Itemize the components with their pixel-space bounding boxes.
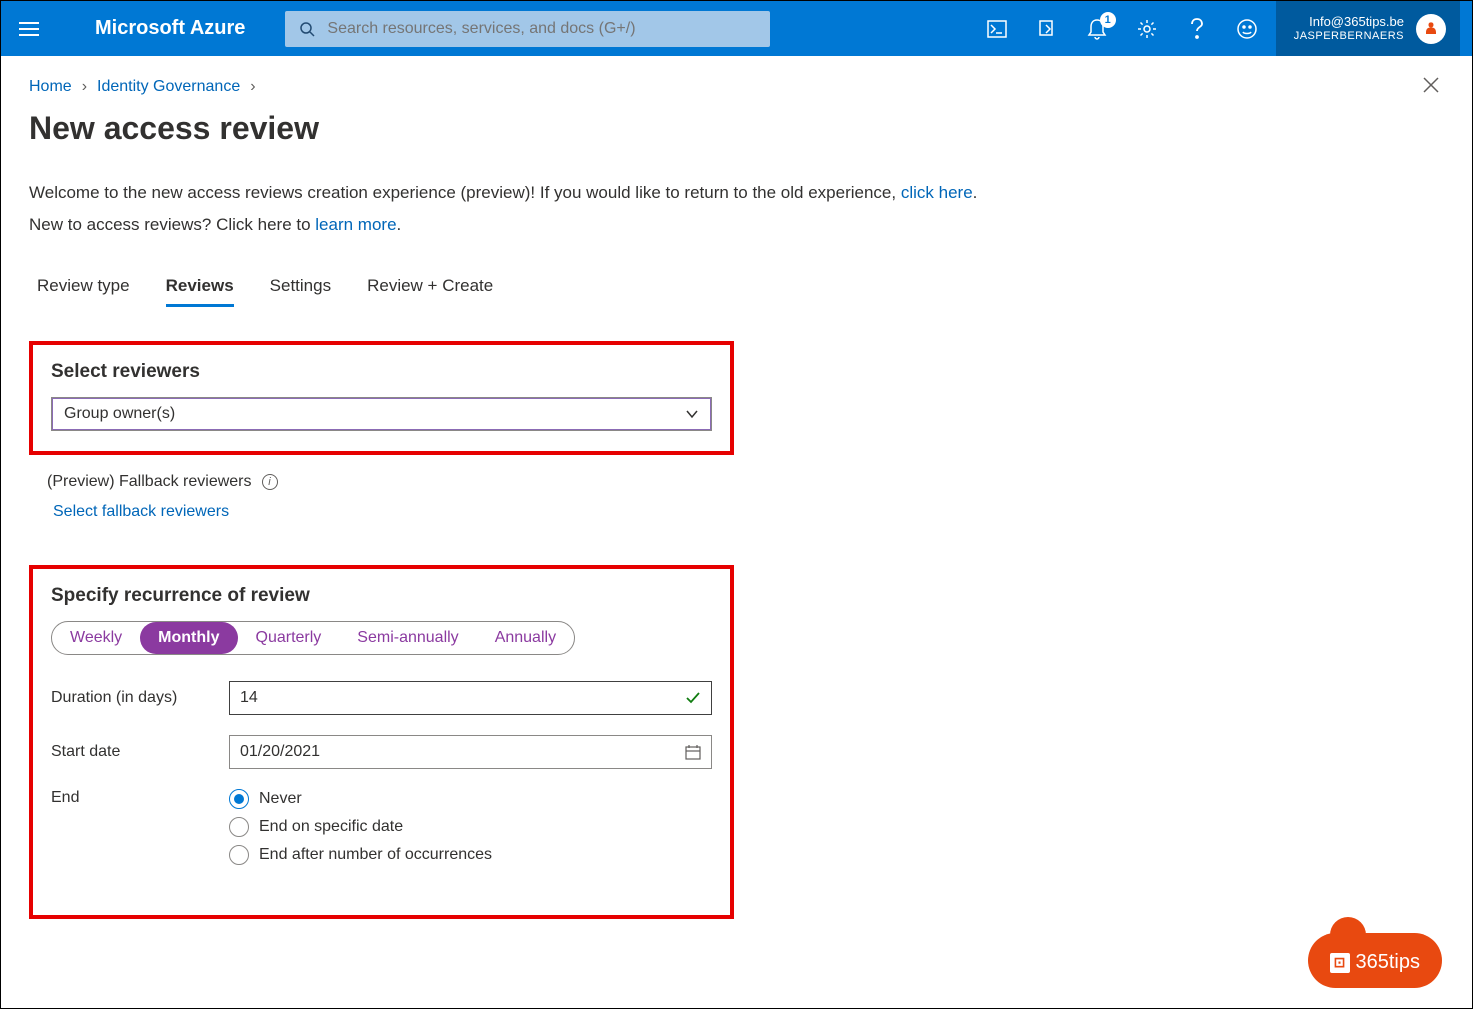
- duration-input[interactable]: 14: [229, 681, 712, 715]
- notification-badge: 1: [1100, 12, 1116, 28]
- radio-icon: [229, 845, 249, 865]
- seg-quarterly[interactable]: Quarterly: [238, 622, 340, 654]
- seg-weekly[interactable]: Weekly: [52, 622, 140, 654]
- seg-annually[interactable]: Annually: [477, 622, 574, 654]
- link-learn-more[interactable]: learn more: [315, 215, 396, 234]
- seg-monthly[interactable]: Monthly: [140, 622, 237, 654]
- breadcrumb-home[interactable]: Home: [29, 78, 72, 96]
- close-button[interactable]: [1418, 70, 1444, 104]
- account-menu[interactable]: Info@365tips.be JASPERBERNAERS: [1276, 1, 1460, 56]
- avatar: [1416, 14, 1446, 44]
- checkmark-icon: [685, 690, 701, 706]
- recurrence-section: Specify recurrence of review Weekly Mont…: [29, 565, 734, 919]
- office-logo-icon: ⊡: [1330, 953, 1350, 973]
- brand-label: Microsoft Azure: [95, 17, 245, 40]
- reviewers-dropdown[interactable]: Group owner(s): [51, 397, 712, 431]
- cloud-shell-icon[interactable]: [986, 18, 1008, 40]
- fallback-reviewers-label: (Preview) Fallback reviewers i: [47, 473, 1444, 491]
- help-icon[interactable]: [1186, 18, 1208, 40]
- end-option-occurrences[interactable]: End after number of occurrences: [229, 845, 712, 865]
- tab-reviews[interactable]: Reviews: [166, 276, 234, 307]
- select-fallback-reviewers-link[interactable]: Select fallback reviewers: [53, 503, 1444, 521]
- reviewers-selected-value: Group owner(s): [64, 405, 175, 423]
- account-email: Info@365tips.be: [1294, 14, 1404, 30]
- end-radio-group: Never End on specific date End after num…: [229, 789, 712, 865]
- notifications-icon[interactable]: 1: [1086, 18, 1108, 40]
- hamburger-menu-icon[interactable]: [19, 22, 51, 36]
- gear-icon[interactable]: [1136, 18, 1158, 40]
- breadcrumb-identity-governance[interactable]: Identity Governance: [97, 78, 240, 96]
- search-input[interactable]: [327, 20, 756, 38]
- topbar-icons: 1: [986, 18, 1258, 40]
- tab-bar: Review type Reviews Settings Review + Cr…: [29, 276, 1444, 307]
- link-old-experience[interactable]: click here: [901, 183, 973, 202]
- global-search[interactable]: [285, 11, 770, 47]
- tab-review-type[interactable]: Review type: [37, 276, 130, 307]
- recurrence-heading: Specify recurrence of review: [51, 585, 712, 607]
- floatbadge-text: 365tips: [1356, 951, 1421, 974]
- recurrence-segmented: Weekly Monthly Quarterly Semi-annually A…: [51, 621, 575, 655]
- close-icon: [1422, 76, 1440, 94]
- start-date-label: Start date: [51, 743, 229, 761]
- radio-icon: [229, 817, 249, 837]
- radio-icon: [229, 789, 249, 809]
- end-label: End: [51, 789, 229, 807]
- tab-review-create[interactable]: Review + Create: [367, 276, 493, 307]
- info-icon[interactable]: i: [262, 474, 278, 490]
- seg-semi-annually[interactable]: Semi-annually: [339, 622, 476, 654]
- directory-filter-icon[interactable]: [1036, 18, 1058, 40]
- content-area: Home › Identity Governance › New access …: [1, 56, 1472, 959]
- top-bar: Microsoft Azure 1 Info@365tips.be JASPER…: [1, 1, 1472, 56]
- start-date-value: 01/20/2021: [240, 743, 320, 761]
- chevron-down-icon: [685, 407, 699, 421]
- search-icon: [299, 21, 315, 37]
- floating-365tips-badge[interactable]: ⊡ 365tips: [1308, 933, 1443, 988]
- duration-label: Duration (in days): [51, 689, 229, 707]
- intro-text: Welcome to the new access reviews creati…: [29, 177, 1444, 242]
- start-date-input[interactable]: 01/20/2021: [229, 735, 712, 769]
- chevron-right-icon: ›: [250, 78, 255, 96]
- breadcrumb: Home › Identity Governance ›: [29, 78, 1444, 96]
- calendar-icon: [685, 744, 701, 760]
- account-text: Info@365tips.be JASPERBERNAERS: [1294, 14, 1404, 44]
- select-reviewers-heading: Select reviewers: [51, 361, 712, 383]
- feedback-icon[interactable]: [1236, 18, 1258, 40]
- account-directory: JASPERBERNAERS: [1294, 30, 1404, 44]
- select-reviewers-section: Select reviewers Group owner(s): [29, 341, 734, 455]
- tab-settings[interactable]: Settings: [270, 276, 331, 307]
- end-option-never[interactable]: Never: [229, 789, 712, 809]
- page-title: New access review: [29, 110, 319, 147]
- end-option-specific-date[interactable]: End on specific date: [229, 817, 712, 837]
- duration-value: 14: [240, 689, 258, 707]
- chevron-right-icon: ›: [82, 78, 87, 96]
